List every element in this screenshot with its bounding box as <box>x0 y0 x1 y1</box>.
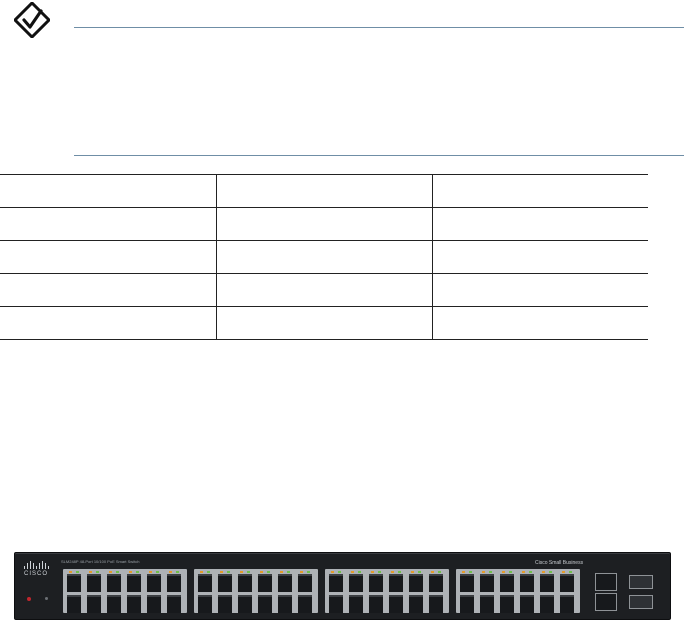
checkmark-note-icon <box>14 2 50 38</box>
ethernet-port <box>258 595 272 613</box>
table-cell <box>215 273 432 307</box>
ethernet-port <box>480 571 494 592</box>
table-row <box>0 240 648 274</box>
table-row <box>0 207 648 241</box>
brand-label: Cisco Small Business <box>535 560 584 566</box>
ethernet-port <box>369 595 383 613</box>
ethernet-port <box>67 595 81 613</box>
table-cell <box>0 207 216 241</box>
ethernet-port <box>167 571 181 592</box>
ethernet-port <box>500 571 514 592</box>
ethernet-port <box>298 571 312 592</box>
table-cell <box>0 273 216 307</box>
uplink-port <box>595 593 617 611</box>
table-cell <box>431 273 648 307</box>
port-group <box>194 569 318 613</box>
spec-table <box>0 174 648 340</box>
ethernet-port <box>147 595 161 613</box>
ethernet-port <box>258 571 272 592</box>
ethernet-port <box>560 595 574 613</box>
table-cell <box>215 207 432 241</box>
ethernet-port <box>429 571 443 592</box>
note-bottom-rule <box>74 155 684 156</box>
ethernet-port <box>127 595 141 613</box>
system-led <box>45 597 48 600</box>
ethernet-port <box>127 571 141 592</box>
ethernet-port <box>329 595 343 613</box>
table-cell <box>215 174 432 208</box>
table-cell <box>215 240 432 274</box>
ethernet-port <box>349 571 363 592</box>
ethernet-port <box>500 595 514 613</box>
ethernet-port <box>198 595 212 613</box>
note-body <box>74 40 674 140</box>
table-cell <box>431 240 648 274</box>
ethernet-port <box>329 571 343 592</box>
table-row <box>0 306 648 340</box>
ethernet-port <box>560 571 574 592</box>
ethernet-port <box>107 571 121 592</box>
ethernet-port <box>540 571 554 592</box>
ethernet-port <box>218 595 232 613</box>
ethernet-port <box>429 595 443 613</box>
ethernet-port <box>298 595 312 613</box>
port-group <box>456 569 580 613</box>
model-label: SLM248P 48-Port 10/100 PoE Smart Switch <box>61 559 140 564</box>
uplink-ports <box>593 563 663 615</box>
ethernet-ports <box>63 569 585 613</box>
table-cell <box>431 306 648 340</box>
table-cell <box>215 306 432 340</box>
ethernet-port <box>520 595 534 613</box>
ethernet-port <box>389 595 403 613</box>
ethernet-port <box>349 595 363 613</box>
ethernet-port <box>278 571 292 592</box>
sfp-slot <box>629 575 653 589</box>
ethernet-port <box>369 571 383 592</box>
ethernet-port <box>198 571 212 592</box>
ethernet-port <box>540 595 554 613</box>
table-cell <box>0 306 216 340</box>
ethernet-port <box>218 571 232 592</box>
ethernet-port <box>520 571 534 592</box>
table-row <box>0 174 648 208</box>
sfp-slot <box>629 595 653 609</box>
ethernet-port <box>460 595 474 613</box>
port-group <box>325 569 449 613</box>
ethernet-port <box>278 595 292 613</box>
ethernet-port <box>389 571 403 592</box>
ethernet-port <box>87 595 101 613</box>
port-group <box>63 569 187 613</box>
cisco-logo-text: CISCO <box>23 571 48 577</box>
reset-button <box>27 597 31 601</box>
uplink-port <box>595 573 617 591</box>
cisco-logo: CISCO <box>21 561 51 583</box>
switch-front-panel-image: CISCO SLM248P 48-Port 10/100 PoE Smart S… <box>14 552 671 620</box>
table-cell <box>0 240 216 274</box>
ethernet-port <box>167 595 181 613</box>
table-cell <box>0 174 216 208</box>
ethernet-port <box>480 595 494 613</box>
table-cell <box>431 174 648 208</box>
ethernet-port <box>67 571 81 592</box>
ethernet-port <box>238 571 252 592</box>
note-top-rule <box>74 27 684 28</box>
ethernet-port <box>87 571 101 592</box>
ethernet-port <box>409 595 423 613</box>
ethernet-port <box>238 595 252 613</box>
ethernet-port <box>409 571 423 592</box>
table-row <box>0 273 648 307</box>
table-cell <box>431 207 648 241</box>
ethernet-port <box>460 571 474 592</box>
ethernet-port <box>107 595 121 613</box>
ethernet-port <box>147 571 161 592</box>
